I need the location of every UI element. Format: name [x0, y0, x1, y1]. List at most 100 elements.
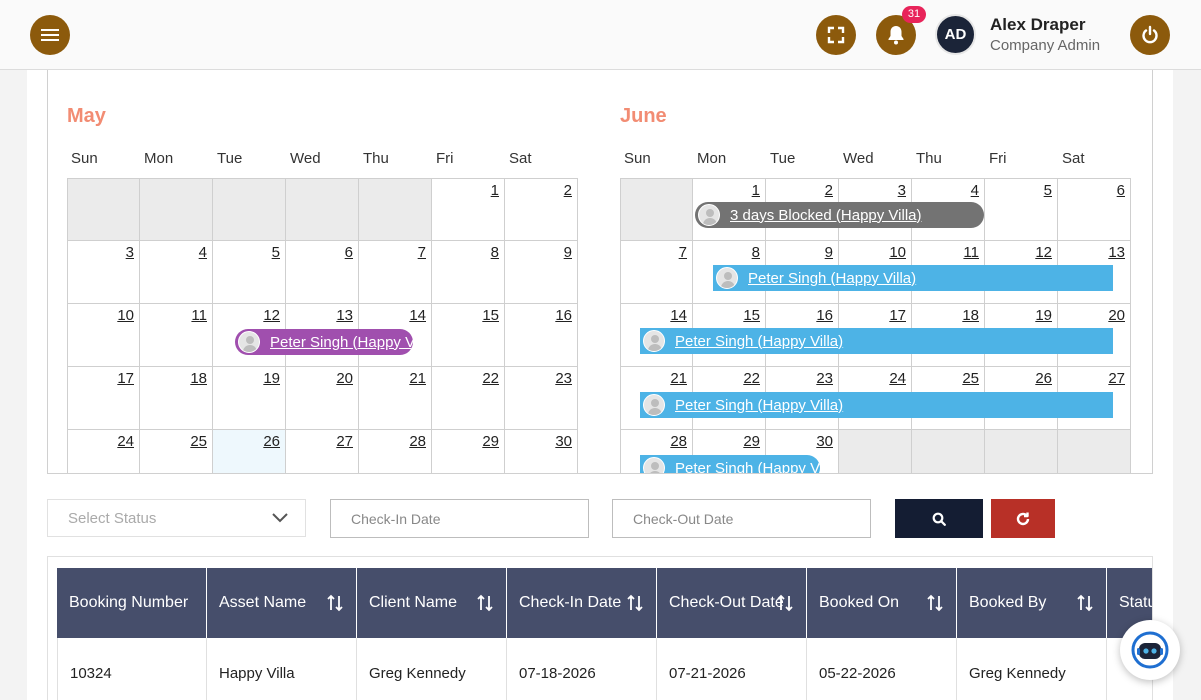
calendar-day-cell[interactable]: 7	[620, 241, 693, 304]
day-number[interactable]: 18	[962, 307, 979, 324]
calendar-event[interactable]: Peter Singh (Happy Villa)	[640, 328, 1113, 354]
day-number[interactable]: 9	[825, 244, 833, 261]
menu-button[interactable]	[30, 15, 70, 55]
calendar-day-cell[interactable]: 27	[286, 430, 359, 473]
table-row[interactable]: 10324 Happy Villa Greg Kennedy 07-18-202…	[57, 638, 1152, 700]
day-number[interactable]: 5	[272, 244, 280, 261]
day-number[interactable]: 26	[1035, 370, 1052, 387]
day-number[interactable]: 19	[263, 370, 280, 387]
day-number[interactable]: 30	[816, 433, 833, 450]
checkin-date-input[interactable]	[330, 499, 589, 538]
column-header-booked-on[interactable]: Booked On	[807, 568, 957, 638]
day-number[interactable]: 2	[825, 182, 833, 199]
column-header-client-name[interactable]: Client Name	[357, 568, 507, 638]
checkout-date-input[interactable]	[612, 499, 871, 538]
day-number[interactable]: 1	[752, 182, 760, 199]
day-number[interactable]: 16	[816, 307, 833, 324]
day-number[interactable]: 11	[191, 307, 207, 324]
calendar-day-cell[interactable]: 3	[67, 241, 140, 304]
calendar-day-cell[interactable]: 21	[359, 367, 432, 430]
day-number[interactable]: 14	[670, 307, 687, 324]
day-number[interactable]: 6	[1117, 182, 1125, 199]
status-select[interactable]: Select Status	[47, 499, 306, 537]
day-number[interactable]: 29	[482, 433, 499, 450]
calendar-event[interactable]: Peter Singh (Happy Villa)	[235, 329, 413, 355]
calendar-day-cell[interactable]: 28	[359, 430, 432, 473]
day-number[interactable]: 27	[336, 433, 353, 450]
day-number[interactable]: 17	[117, 370, 134, 387]
calendar-day-cell[interactable]: 23	[505, 367, 578, 430]
calendar-day-cell[interactable]: 2	[505, 178, 578, 241]
calendar-event[interactable]: Peter Singh (Happy Villa)	[713, 265, 1113, 291]
calendar-day-cell[interactable]: 16	[505, 304, 578, 367]
day-number[interactable]: 13	[1108, 244, 1125, 261]
day-number[interactable]: 2	[564, 182, 572, 199]
day-number[interactable]: 7	[418, 244, 426, 261]
calendar-day-cell[interactable]: 7	[359, 241, 432, 304]
search-button[interactable]	[895, 499, 983, 538]
day-number[interactable]: 12	[263, 307, 280, 324]
sort-icon[interactable]	[1076, 594, 1094, 612]
day-number[interactable]: 16	[555, 307, 572, 324]
fullscreen-button[interactable]	[816, 15, 856, 55]
day-number[interactable]: 22	[743, 370, 760, 387]
day-number[interactable]: 15	[743, 307, 760, 324]
calendar-day-cell[interactable]: 5	[985, 178, 1058, 241]
day-number[interactable]: 20	[1108, 307, 1125, 324]
sort-icon[interactable]	[626, 594, 644, 612]
day-number[interactable]: 23	[555, 370, 572, 387]
day-number[interactable]: 8	[491, 244, 499, 261]
column-header-checkout-date[interactable]: Check-Out Date	[657, 568, 807, 638]
calendar-day-cell[interactable]: 5	[213, 241, 286, 304]
day-number[interactable]: 25	[190, 433, 207, 450]
day-number[interactable]: 18	[190, 370, 207, 387]
calendar-day-cell[interactable]: 25	[140, 430, 213, 473]
day-number[interactable]: 24	[889, 370, 906, 387]
day-number[interactable]: 6	[345, 244, 353, 261]
user-avatar[interactable]: AD	[935, 14, 976, 55]
calendar-event[interactable]: Peter Singh (Happy Villa)	[640, 455, 820, 473]
calendar-day-cell[interactable]: 6	[1058, 178, 1131, 241]
column-header-asset-name[interactable]: Asset Name	[207, 568, 357, 638]
day-number[interactable]: 30	[555, 433, 572, 450]
calendar-day-cell[interactable]: 10	[67, 304, 140, 367]
day-number[interactable]: 4	[971, 182, 979, 199]
reset-button[interactable]	[991, 499, 1055, 538]
calendar-day-cell[interactable]: 4	[140, 241, 213, 304]
calendar-day-cell[interactable]: 11	[140, 304, 213, 367]
day-number[interactable]: 14	[409, 307, 426, 324]
calendar-day-cell[interactable]: 17	[67, 367, 140, 430]
calendar-day-cell[interactable]: 19	[213, 367, 286, 430]
calendar-day-cell[interactable]: 1	[432, 178, 505, 241]
day-number[interactable]: 7	[679, 244, 687, 261]
day-number[interactable]: 25	[962, 370, 979, 387]
day-number[interactable]: 20	[336, 370, 353, 387]
sort-icon[interactable]	[476, 594, 494, 612]
calendar-day-cell[interactable]: 6	[286, 241, 359, 304]
day-number[interactable]: 9	[564, 244, 572, 261]
calendar-day-cell[interactable]: 22	[432, 367, 505, 430]
sort-icon[interactable]	[926, 594, 944, 612]
calendar-day-cell[interactable]: 26	[213, 430, 286, 473]
column-header-booked-by[interactable]: Booked By	[957, 568, 1107, 638]
day-number[interactable]: 21	[670, 370, 687, 387]
column-header-booking-number[interactable]: Booking Number	[57, 568, 207, 638]
day-number[interactable]: 26	[263, 433, 280, 450]
day-number[interactable]: 24	[117, 433, 134, 450]
calendar-day-cell[interactable]: 30	[505, 430, 578, 473]
day-number[interactable]: 27	[1108, 370, 1125, 387]
day-number[interactable]: 3	[898, 182, 906, 199]
day-number[interactable]: 8	[752, 244, 760, 261]
day-number[interactable]: 10	[117, 307, 134, 324]
day-number[interactable]: 10	[889, 244, 906, 261]
day-number[interactable]: 11	[963, 244, 979, 261]
day-number[interactable]: 5	[1044, 182, 1052, 199]
day-number[interactable]: 12	[1035, 244, 1052, 261]
sort-icon[interactable]	[326, 594, 344, 612]
chat-bot-button[interactable]	[1120, 620, 1180, 680]
day-number[interactable]: 23	[816, 370, 833, 387]
day-number[interactable]: 15	[482, 307, 499, 324]
calendar-day-cell[interactable]: 29	[432, 430, 505, 473]
day-number[interactable]: 1	[491, 182, 499, 199]
sort-icon[interactable]	[776, 594, 794, 612]
